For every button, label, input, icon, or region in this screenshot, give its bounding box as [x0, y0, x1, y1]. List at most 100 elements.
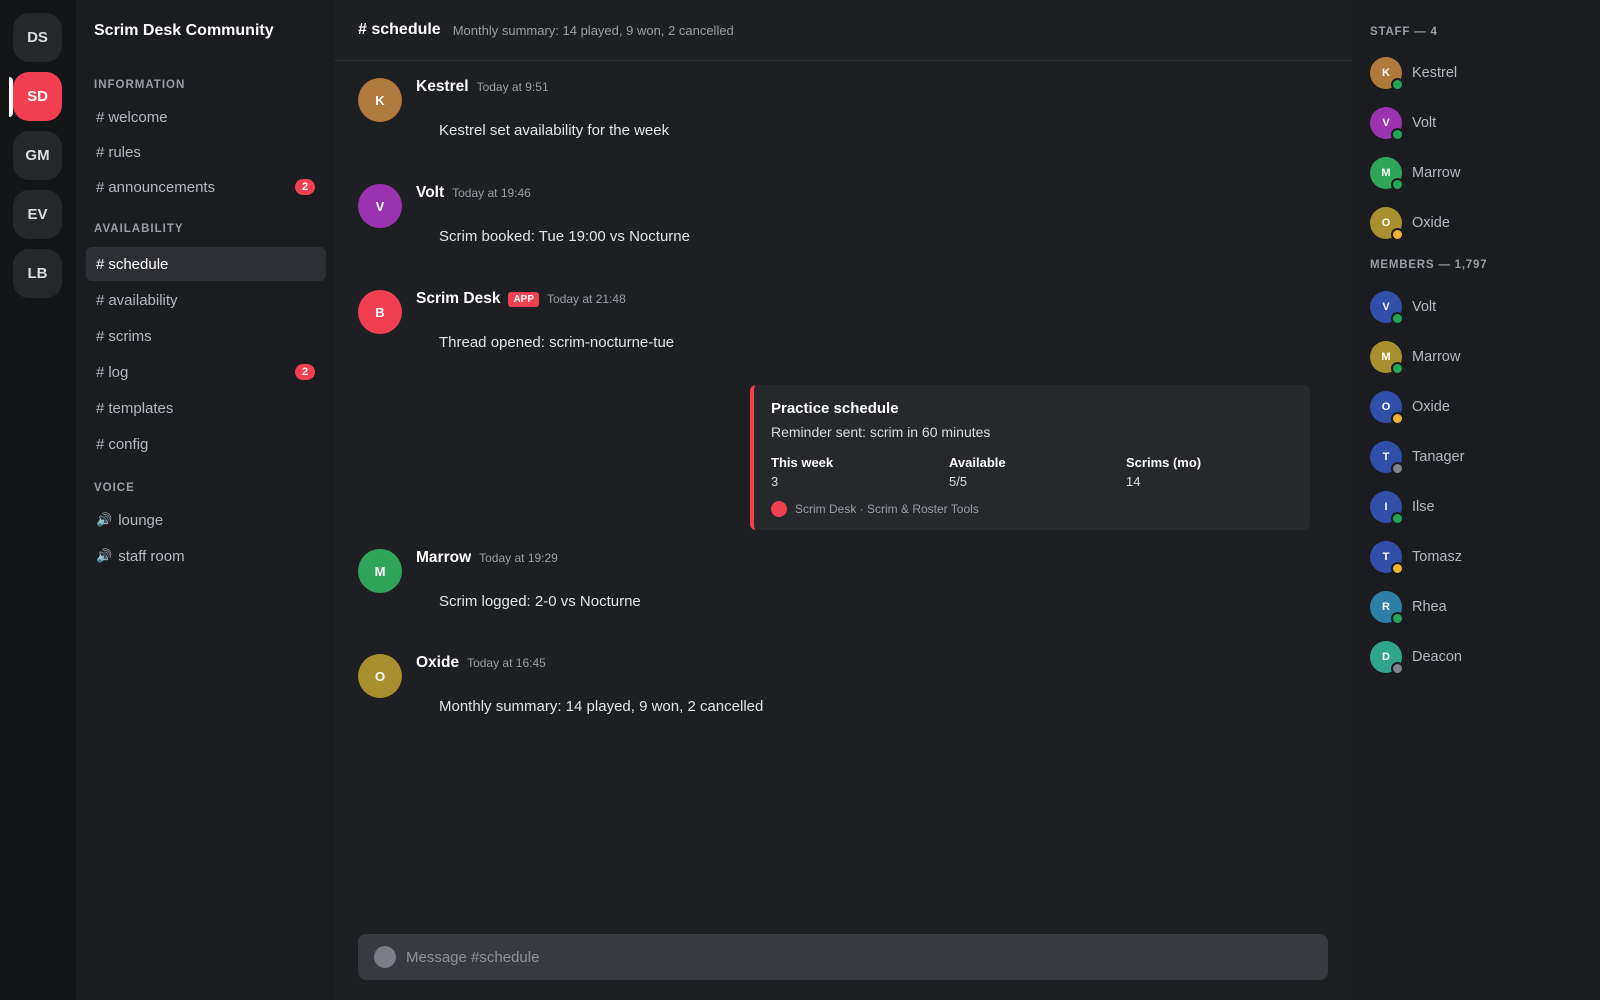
- hash-icon: #: [96, 178, 105, 196]
- status-online-icon: [1391, 78, 1404, 91]
- member-name: Marrow: [1412, 349, 1461, 365]
- avatar-initial: V: [1382, 117, 1390, 129]
- field-value: 3: [771, 474, 779, 489]
- member-item[interactable]: K Kestrel: [1370, 56, 1580, 91]
- channel-rules[interactable]: # rules: [86, 135, 326, 169]
- avatar[interactable]: V: [358, 184, 402, 228]
- member-item[interactable]: R Rhea: [1370, 590, 1580, 625]
- embed-field: Available 5/5: [949, 455, 1006, 489]
- avatar-initial: T: [1382, 451, 1390, 463]
- avatar[interactable]: B: [358, 290, 402, 334]
- hash-icon: #: [96, 435, 105, 453]
- member-name: Volt: [1412, 299, 1437, 315]
- avatar: D: [1370, 641, 1404, 675]
- member-item[interactable]: V Volt: [1370, 290, 1580, 325]
- channel-sidebar: Scrim Desk Community INFORMATION # welcom…: [76, 0, 334, 1000]
- voice-channel-staff-room[interactable]: 🔊 staff room: [86, 539, 326, 573]
- channel-label: availability: [108, 291, 178, 309]
- message-author[interactable]: Marrow: [416, 549, 471, 567]
- channel-announcements[interactable]: # announcements 2: [86, 170, 326, 204]
- server-ds[interactable]: DS: [13, 13, 62, 62]
- channel-log[interactable]: # log 2: [86, 355, 326, 389]
- chat-area: # schedule Monthly summary: 14 played, 9…: [334, 0, 1352, 1000]
- avatar[interactable]: O: [358, 654, 402, 698]
- channel-header: # schedule Monthly summary: 14 played, 9…: [334, 0, 1352, 61]
- message-text: Scrim booked: Tue 19:00 vs Nocturne: [439, 228, 690, 245]
- attach-icon[interactable]: [374, 946, 396, 968]
- member-item[interactable]: M Marrow: [1370, 156, 1580, 191]
- avatar-initial: O: [1381, 401, 1391, 413]
- member-item[interactable]: V Volt: [1370, 106, 1580, 141]
- avatar-initial: I: [1384, 501, 1388, 513]
- channel-welcome[interactable]: # welcome: [86, 100, 326, 134]
- embed-description: Reminder sent: scrim in 60 minutes: [771, 424, 991, 440]
- avatar-initial: D: [1382, 651, 1390, 663]
- category-availability[interactable]: AVAILABILITY: [94, 223, 184, 235]
- channel-schedule[interactable]: # schedule: [86, 247, 326, 281]
- message-author[interactable]: Scrim Desk: [416, 290, 500, 308]
- channel-label: welcome: [108, 108, 168, 126]
- message-author[interactable]: Volt: [416, 184, 444, 202]
- channel-templates[interactable]: # templates: [86, 391, 326, 425]
- server-gm[interactable]: GM: [13, 131, 62, 180]
- member-item[interactable]: T Tanager: [1370, 440, 1580, 475]
- channel-availability[interactable]: # availability: [86, 283, 326, 317]
- channel-label: schedule: [108, 255, 169, 273]
- guild-name[interactable]: Scrim Desk Community: [76, 0, 334, 61]
- channel-scrims[interactable]: # scrims: [86, 319, 326, 353]
- server-lb[interactable]: LB: [13, 249, 62, 298]
- category-voice[interactable]: VOICE: [94, 482, 135, 494]
- avatar-initial: K: [1382, 67, 1390, 79]
- avatar: K: [1370, 57, 1404, 91]
- app-badge: APP: [508, 291, 540, 307]
- embed-footer: Scrim Desk · Scrim & Roster Tools: [771, 501, 979, 517]
- member-item[interactable]: D Deacon: [1370, 640, 1580, 675]
- message-author[interactable]: Kestrel: [416, 78, 469, 96]
- bot-logo-icon: [771, 501, 787, 517]
- avatar: T: [1370, 541, 1404, 575]
- message-timestamp: Today at 21:48: [547, 292, 626, 306]
- member-name: Tanager: [1412, 449, 1465, 465]
- member-group-members: MEMBERS — 1,797: [1370, 259, 1488, 271]
- hash-icon: #: [96, 255, 105, 273]
- channel-title: # schedule: [358, 21, 441, 38]
- server-ev[interactable]: EV: [13, 190, 62, 239]
- member-item[interactable]: O Oxide: [1370, 390, 1580, 425]
- avatar[interactable]: M: [358, 549, 402, 593]
- embed-footer-text: Scrim Desk · Scrim & Roster Tools: [795, 502, 979, 516]
- field-value: 14: [1126, 474, 1141, 489]
- member-name: Ilse: [1412, 499, 1435, 515]
- hash-icon: #: [96, 363, 105, 381]
- member-name: Volt: [1412, 115, 1437, 131]
- status-idle-icon: [1391, 412, 1404, 425]
- server-sd[interactable]: SD: [13, 72, 62, 121]
- hash-icon: #: [96, 143, 105, 161]
- message-timestamp: Today at 19:46: [452, 186, 531, 200]
- member-item[interactable]: M Marrow: [1370, 340, 1580, 375]
- avatar: M: [1370, 341, 1404, 375]
- channel-label: templates: [108, 399, 174, 417]
- message-timestamp: Today at 19:29: [479, 551, 558, 565]
- member-item[interactable]: O Oxide: [1370, 206, 1580, 241]
- avatar-initial: M: [1381, 351, 1391, 363]
- channel-config[interactable]: # config: [86, 427, 326, 461]
- field-name: Available: [949, 455, 1006, 470]
- avatar-initial: T: [1382, 551, 1390, 563]
- voice-channel-lounge[interactable]: 🔊 lounge: [86, 503, 326, 537]
- avatar: M: [1370, 157, 1404, 191]
- hash-icon: #: [96, 108, 105, 126]
- category-information[interactable]: INFORMATION: [94, 79, 185, 91]
- message-input[interactable]: [406, 948, 1306, 966]
- status-online-icon: [1391, 128, 1404, 141]
- member-name: Rhea: [1412, 599, 1447, 615]
- embed-title: Practice schedule: [771, 400, 899, 417]
- message-composer: [358, 934, 1328, 980]
- status-online-icon: [1391, 512, 1404, 525]
- member-name: Deacon: [1412, 649, 1462, 665]
- embed-card: Practice schedule Reminder sent: scrim i…: [750, 385, 1310, 530]
- avatar[interactable]: K: [358, 78, 402, 122]
- member-item[interactable]: I Ilse: [1370, 490, 1580, 525]
- member-item[interactable]: T Tomasz: [1370, 540, 1580, 575]
- message-author[interactable]: Oxide: [416, 654, 459, 672]
- channel-topic[interactable]: Monthly summary: 14 played, 9 won, 2 can…: [453, 23, 734, 38]
